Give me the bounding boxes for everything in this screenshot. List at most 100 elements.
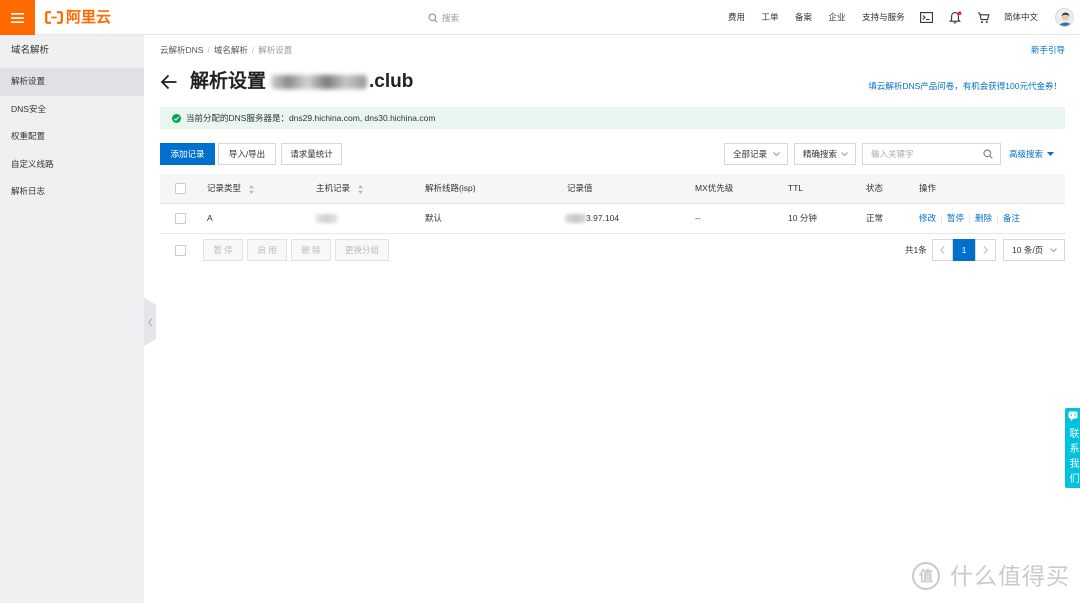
search-mode-select[interactable]: 精确搜索 [794, 143, 856, 165]
footer-select-all-checkbox[interactable] [175, 245, 186, 256]
page-button-current[interactable]: 1 [953, 239, 975, 261]
advanced-search-label: 高级搜索 [1009, 149, 1044, 159]
nav-item-icp-filing[interactable]: 备案 [795, 11, 812, 24]
language-switch[interactable]: 简体中文 [1004, 11, 1038, 24]
action-pause[interactable]: 暂停 [947, 213, 964, 223]
global-search-input[interactable] [442, 12, 502, 23]
cell-line: 默认 [425, 203, 567, 234]
cell-host-record [316, 203, 425, 234]
action-divider [969, 214, 971, 223]
table-header-row: 记录类型 主机记录 解析线路(isp) 记录值 MX优先级 TTL 状态 操作 [160, 174, 1065, 204]
sidebar-item-custom-lines[interactable]: 自定义线路 [0, 151, 144, 179]
search-mode-value: 精确搜索 [803, 149, 838, 159]
breadcrumb-separator: / [251, 45, 255, 55]
sidebar-item-resolution-settings[interactable]: 解析设置 [0, 68, 144, 96]
beginner-guide-link[interactable]: 新手引导 [1031, 45, 1065, 55]
chevron-right-icon [983, 246, 988, 254]
bulk-pause-button[interactable]: 暂 停 [203, 239, 243, 261]
column-header-record-type[interactable]: 记录类型 [207, 174, 316, 204]
redacted-host [316, 213, 338, 223]
select-all-checkbox[interactable] [175, 182, 186, 194]
prev-page-button[interactable] [932, 239, 953, 261]
records-table: 记录类型 主机记录 解析线路(isp) 记录值 MX优先级 TTL 状态 操作 … [160, 174, 1065, 234]
contact-us-label: 联系我们 [1067, 428, 1078, 488]
change-group-button[interactable]: 更换分组 [335, 239, 389, 261]
page-size-select[interactable]: 10 条/页 [1003, 239, 1065, 261]
logo-text: 阿里云 [66, 9, 112, 26]
global-search[interactable] [428, 11, 502, 24]
watermark-logo: 值 [912, 562, 940, 590]
action-divider [941, 214, 943, 223]
cell-record-value: 3.97.104 [565, 203, 695, 234]
nav-item-tickets[interactable]: 工单 [762, 11, 779, 24]
back-arrow-icon [160, 74, 177, 90]
survey-promo-link[interactable]: 填云解析DNS产品问卷，有机会获得100元代金券！ [868, 81, 1062, 92]
sidebar-menu: 解析设置 DNS安全 权重配置 自定义线路 解析日志 [0, 68, 144, 206]
top-nav: 费用 工单 备案 企业 支持与服务 [728, 11, 905, 24]
breadcrumb-item-current: 解析设置 [258, 45, 293, 55]
keyword-search-box [862, 143, 1001, 165]
action-edit[interactable]: 修改 [919, 213, 936, 223]
record-filter-select[interactable]: 全部记录 [724, 143, 788, 165]
watermark-text: 什么值得买 [950, 563, 1070, 589]
dns-server-alert: 当前分配的DNS服务器是：dns29.hichina.com, dns30.hi… [160, 107, 1065, 129]
terminal-icon[interactable] [920, 11, 933, 24]
column-header-host-record[interactable]: 主机记录 [316, 174, 425, 204]
cell-mx-priority: -- [695, 203, 788, 234]
pagination: 1 [932, 239, 996, 261]
row-checkbox-cell [160, 203, 207, 234]
sort-icon[interactable] [249, 184, 255, 194]
sidebar-item-weight-config[interactable]: 权重配置 [0, 123, 144, 151]
bell-icon[interactable] [949, 11, 962, 24]
cart-icon[interactable] [977, 11, 990, 24]
breadcrumb-separator: / [207, 45, 210, 55]
nav-item-billing[interactable]: 费用 [728, 11, 745, 24]
keyword-input[interactable] [871, 149, 971, 159]
action-delete[interactable]: 删除 [975, 213, 992, 223]
breadcrumb: 云解析DNS / 域名解析 / 解析设置 [160, 45, 292, 55]
bulk-enable-button[interactable]: 启 用 [247, 239, 287, 261]
column-header-status: 状态 [866, 174, 919, 204]
redacted-ip-prefix [565, 214, 586, 224]
action-remark[interactable]: 备注 [1003, 213, 1020, 223]
action-divider [997, 214, 999, 223]
column-header-record-value: 记录值 [567, 174, 695, 204]
nav-item-enterprise[interactable]: 企业 [829, 11, 846, 24]
nav-item-support[interactable]: 支持与服务 [862, 11, 905, 24]
sort-icon[interactable] [358, 184, 364, 194]
avatar[interactable] [1055, 8, 1074, 27]
back-button[interactable] [160, 73, 178, 91]
chevron-down-icon [773, 152, 780, 156]
column-header-line: 解析线路(isp) [425, 174, 567, 204]
top-bar: 阿里云 费用 工单 备案 企业 支持与服务 简体中文 [0, 0, 1080, 35]
bulk-delete-button[interactable]: 删 除 [291, 239, 331, 261]
watermark: 值 什么值得买 [912, 562, 1070, 590]
cell-record-type: A [207, 203, 316, 234]
breadcrumb-item-domain-resolution[interactable]: 域名解析 [214, 45, 248, 55]
column-header-mx-priority: MX优先级 [695, 174, 788, 204]
sidebar-item-resolution-log[interactable]: 解析日志 [0, 178, 144, 206]
hamburger-icon [11, 12, 24, 23]
next-page-button[interactable] [975, 239, 996, 261]
row-checkbox[interactable] [175, 212, 186, 224]
alert-text: 当前分配的DNS服务器是：dns29.hichina.com, dns30.hi… [186, 113, 436, 123]
cell-actions: 修改 暂停 删除 备注 [919, 203, 1065, 234]
chat-icon [1068, 411, 1077, 422]
breadcrumb-item-cloud-dns[interactable]: 云解析DNS [160, 45, 203, 55]
column-header-ttl: TTL [788, 174, 866, 204]
page-title: 解析设置 [190, 71, 267, 92]
sidebar-collapse-handle[interactable] [144, 298, 156, 346]
menu-button[interactable] [0, 0, 35, 35]
page-size-value: 10 条/页 [1012, 245, 1044, 255]
table-row: A 默认 3.97.104 -- 10 分钟 正常 修改 暂停 删除 备注 [160, 203, 1065, 234]
advanced-search-toggle[interactable]: 高级搜索 [1009, 143, 1055, 165]
column-header-actions: 操作 [919, 174, 1065, 204]
request-stats-button[interactable]: 请求量统计 [281, 143, 342, 165]
import-export-button[interactable]: 导入/导出 [218, 143, 276, 165]
add-record-button[interactable]: 添加记录 [160, 143, 215, 165]
record-filter-value: 全部记录 [733, 149, 768, 159]
sidebar-item-dns-security[interactable]: DNS安全 [0, 96, 144, 124]
aliyun-logo[interactable]: 阿里云 [45, 9, 111, 26]
contact-us-tab[interactable]: 联系我们 [1065, 408, 1080, 488]
search-icon[interactable] [983, 149, 993, 159]
